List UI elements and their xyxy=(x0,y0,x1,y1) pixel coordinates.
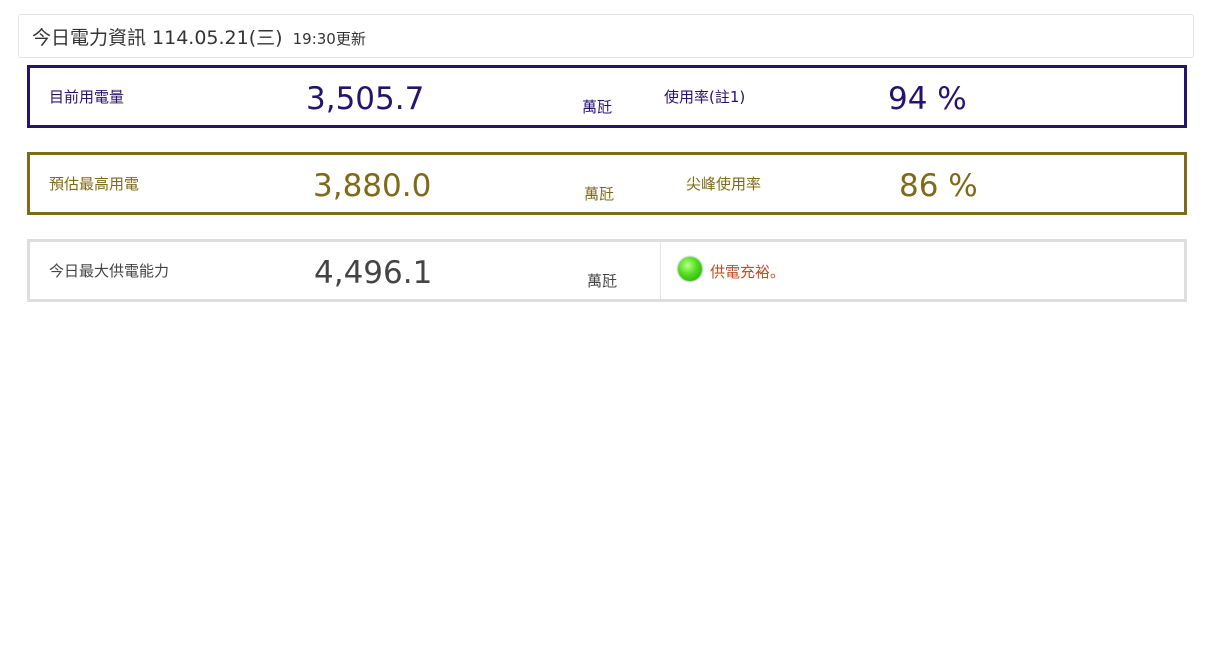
header-updated-time: 19:30更新 xyxy=(292,30,366,48)
green-light-icon xyxy=(678,257,702,281)
current-load-label: 目前用電量 xyxy=(49,88,125,106)
max-capacity-label: 今日最大供電能力 xyxy=(49,262,170,280)
peak-usage-rate-value: 86 % xyxy=(899,168,978,204)
peak-usage-rate-label: 尖峰使用率 xyxy=(686,175,762,193)
header-title: 今日電力資訊 114.05.21(三) xyxy=(32,27,283,49)
header-title-wrap: 今日電力資訊 114.05.21(三) 19:30更新 xyxy=(32,23,366,50)
status-divider xyxy=(660,242,661,299)
usage-rate-label: 使用率(註1) xyxy=(664,88,746,106)
max-capacity-value: 4,496.1 xyxy=(314,255,433,291)
current-load-value: 3,505.7 xyxy=(306,81,425,117)
forecast-peak-unit: 萬瓩 xyxy=(584,185,615,203)
max-capacity-unit: 萬瓩 xyxy=(587,272,618,290)
current-load-unit: 萬瓩 xyxy=(582,98,613,116)
forecast-peak-value: 3,880.0 xyxy=(313,168,432,204)
usage-rate-value: 94 % xyxy=(888,81,967,117)
forecast-peak-label: 預估最高用電 xyxy=(49,175,140,193)
current-load-row: 目前用電量 3,505.7 萬瓩 使用率(註1) 94 % xyxy=(27,65,1187,128)
info-header: 今日電力資訊 114.05.21(三) 19:30更新 xyxy=(18,14,1194,58)
max-capacity-row: 今日最大供電能力 4,496.1 萬瓩 供電充裕。 xyxy=(27,239,1187,302)
supply-status-text: 供電充裕。 xyxy=(710,263,786,281)
forecast-peak-row: 預估最高用電 3,880.0 萬瓩 尖峰使用率 86 % xyxy=(27,152,1187,215)
